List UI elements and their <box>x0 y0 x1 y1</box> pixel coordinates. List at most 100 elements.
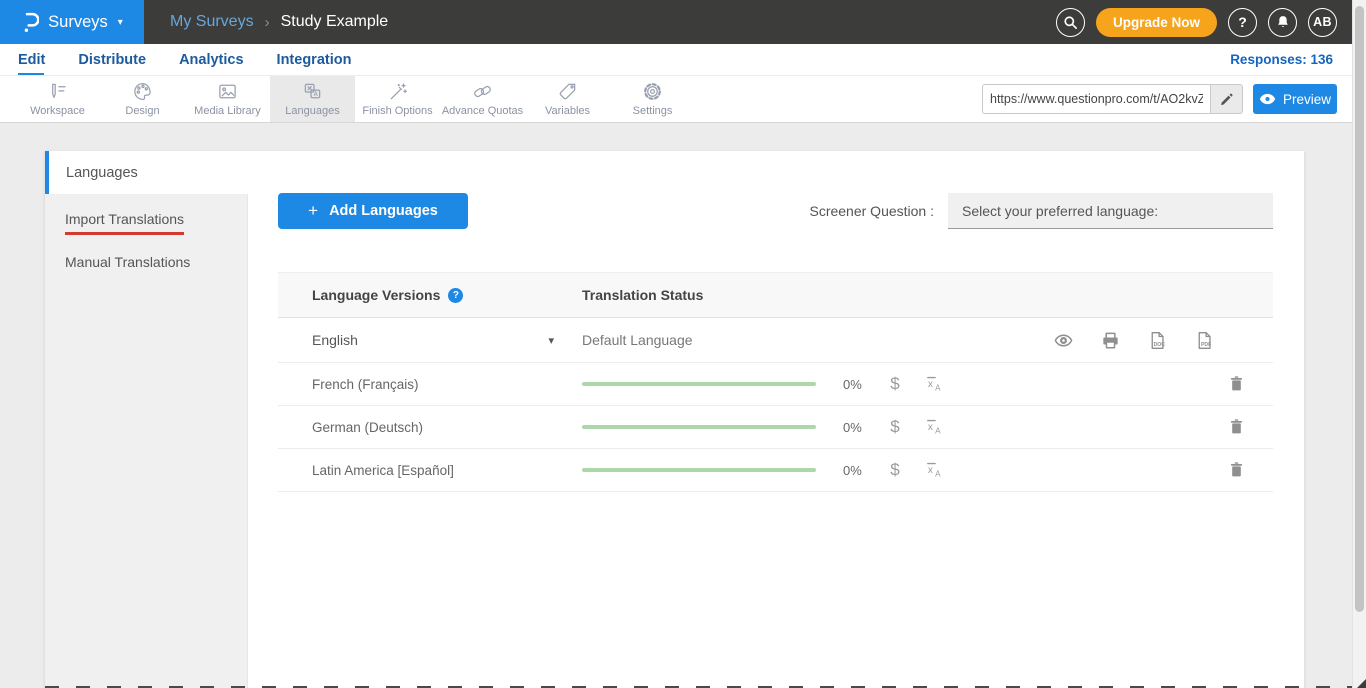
auto-translate-icon[interactable]: xA <box>924 459 946 481</box>
sidebar-item-manual-translations[interactable]: Manual Translations <box>45 244 247 279</box>
tab-integration[interactable]: Integration <box>277 52 352 68</box>
breadcrumb-my-surveys[interactable]: My Surveys <box>170 13 254 31</box>
default-language-status-cell: Default Language DOC <box>582 329 1273 351</box>
auto-translate-icon[interactable]: xA <box>924 373 946 395</box>
progress-percent: 0% <box>843 377 868 392</box>
upgrade-now-button[interactable]: Upgrade Now <box>1096 8 1217 37</box>
sidebar-header-label: Languages <box>66 165 138 181</box>
paid-translation-icon[interactable]: $ <box>885 417 905 437</box>
language-name-cell: Latin America [Español] <box>278 463 582 478</box>
breadcrumb-separator-icon: › <box>265 14 270 31</box>
languages-main: + Add Languages Screener Question : Sele… <box>248 151 1304 688</box>
toolbar-label: Design <box>125 105 159 117</box>
avatar[interactable]: AB <box>1308 8 1337 37</box>
survey-url-input[interactable] <box>982 84 1210 114</box>
toolbar-label: Workspace <box>30 105 85 117</box>
sidebar-body: Import Translations Manual Translations <box>45 194 248 688</box>
progress-bar <box>582 468 816 472</box>
toolbar-label: Media Library <box>194 105 261 117</box>
view-eye-icon[interactable] <box>1052 329 1074 351</box>
export-pdf-icon[interactable]: PDF <box>1193 329 1215 351</box>
toolbar-item-languages[interactable]: A Languages <box>270 76 355 122</box>
table-header-row: Language Versions ? Translation Status <box>278 273 1273 318</box>
help-badge-icon[interactable]: ? <box>448 288 463 303</box>
languages-sidebar: Languages Import Translations Manual Tra… <box>45 151 248 688</box>
tab-edit[interactable]: Edit <box>18 52 45 68</box>
delete-trash-icon[interactable] <box>1227 460 1247 480</box>
svg-text:x: x <box>928 379 933 390</box>
delete-trash-icon[interactable] <box>1227 374 1247 394</box>
vertical-scrollbar[interactable] <box>1352 0 1366 688</box>
header-language-label: Language Versions <box>312 287 440 303</box>
toolbar-item-finish-options[interactable]: Finish Options <box>355 76 440 122</box>
table-row-default-language: English ▾ Default Language <box>278 318 1273 363</box>
preview-button[interactable]: Preview <box>1253 84 1337 114</box>
plus-icon: + <box>308 201 318 221</box>
toolbar-item-variables[interactable]: Variables <box>525 76 610 122</box>
help-button[interactable]: ? <box>1228 8 1257 37</box>
section-tabs: Edit Distribute Analytics Integration Re… <box>0 44 1352 76</box>
toolbar-label: Settings <box>633 105 673 117</box>
header-translation-status: Translation Status <box>582 287 1273 303</box>
magic-wand-icon <box>387 81 408 102</box>
gear-icon <box>642 81 663 102</box>
languages-card: Languages Import Translations Manual Tra… <box>45 151 1304 688</box>
table-row-french: French (Français) 0% $ xA <box>278 363 1273 406</box>
header-status-label: Translation Status <box>582 287 703 303</box>
tab-distribute[interactable]: Distribute <box>78 52 146 68</box>
default-language-status: Default Language <box>582 332 693 348</box>
svg-text:A: A <box>935 426 941 435</box>
screener-question-select[interactable]: Select your preferred language: <box>948 193 1273 229</box>
search-icon <box>1062 14 1079 31</box>
tag-icon <box>557 81 578 102</box>
paid-translation-icon[interactable]: $ <box>885 460 905 480</box>
survey-url-group <box>982 84 1243 114</box>
progress-bar <box>582 382 816 386</box>
surveys-label: Surveys <box>48 13 108 32</box>
svg-text:PDF: PDF <box>1200 341 1210 347</box>
print-icon[interactable] <box>1099 329 1121 351</box>
toolbar-item-advance-quotas[interactable]: Advance Quotas <box>440 76 525 122</box>
notifications-button[interactable] <box>1268 8 1297 37</box>
table-row-german: German (Deutsch) 0% $ xA <box>278 406 1273 449</box>
auto-translate-icon[interactable]: xA <box>924 416 946 438</box>
page-content: Languages Import Translations Manual Tra… <box>0 123 1352 688</box>
toolbar-item-workspace[interactable]: Workspace <box>15 76 100 122</box>
top-bar: Surveys ▾ My Surveys › Study Example Upg… <box>0 0 1352 44</box>
sidebar-header-languages[interactable]: Languages <box>45 151 248 194</box>
language-status-cell: 0% $ xA <box>582 459 1273 481</box>
table-row-latin-america: Latin America [Español] 0% $ xA <box>278 449 1273 492</box>
header-language-versions: Language Versions ? <box>278 287 582 303</box>
delete-trash-icon[interactable] <box>1227 417 1247 437</box>
toolbar-item-design[interactable]: Design <box>100 76 185 122</box>
search-button[interactable] <box>1056 8 1085 37</box>
questionpro-logo-icon <box>21 10 39 34</box>
add-languages-label: Add Languages <box>329 203 438 219</box>
language-status-cell: 0% $ xA <box>582 416 1273 438</box>
paid-translation-icon[interactable]: $ <box>885 374 905 394</box>
edit-url-button[interactable] <box>1210 84 1243 114</box>
tab-analytics[interactable]: Analytics <box>179 52 243 68</box>
export-doc-icon[interactable]: DOC <box>1146 329 1168 351</box>
toolbar-item-media-library[interactable]: Media Library <box>185 76 270 122</box>
responses-count[interactable]: Responses: 136 <box>1230 52 1333 67</box>
default-language-cell[interactable]: English ▾ <box>278 332 582 348</box>
design-palette-icon <box>132 81 153 102</box>
language-name: Latin America [Español] <box>312 463 454 478</box>
toolbar-label: Finish Options <box>362 105 432 117</box>
surveys-menu[interactable]: Surveys ▾ <box>0 0 144 44</box>
toolbar-item-settings[interactable]: Settings <box>610 76 695 122</box>
svg-text:A: A <box>935 383 941 392</box>
language-status-cell: 0% $ xA <box>582 373 1273 395</box>
progress-percent: 0% <box>843 420 868 435</box>
toolbar-label: Variables <box>545 105 590 117</box>
question-mark-icon: ? <box>1238 14 1247 30</box>
sidebar-item-import-translations[interactable]: Import Translations <box>45 201 247 244</box>
languages-translate-icon: A <box>302 81 323 102</box>
scrollbar-corner <box>1357 679 1366 688</box>
scrollbar-thumb[interactable] <box>1355 6 1364 612</box>
add-languages-button[interactable]: + Add Languages <box>278 193 468 229</box>
language-versions-table: Language Versions ? Translation Status E… <box>278 272 1273 492</box>
dropdown-caret-icon[interactable]: ▾ <box>548 334 554 347</box>
svg-text:A: A <box>314 91 319 98</box>
